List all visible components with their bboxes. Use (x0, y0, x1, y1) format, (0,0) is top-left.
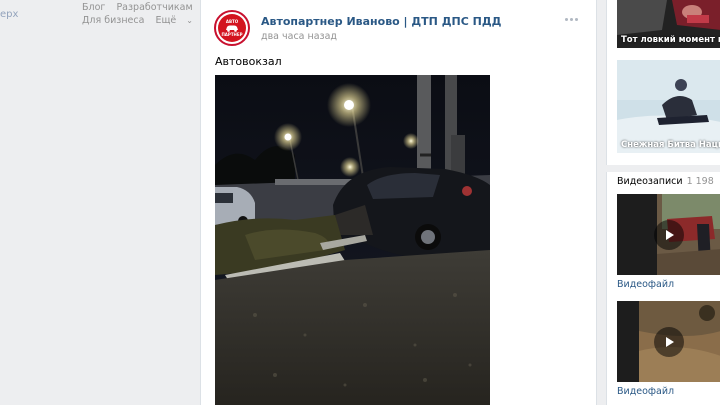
thumb-2-caption: Снежная Битва Наци (621, 140, 720, 150)
video-label-2[interactable]: Видеофайл (617, 386, 674, 397)
accident-photo-image (215, 75, 490, 405)
recommended-card: Тот ловкий момент ко Снежная Битва Наци (606, 0, 720, 165)
footer-link-blog[interactable]: Блог (82, 2, 105, 13)
recommended-video-1[interactable]: Тот ловкий момент ко (617, 0, 720, 48)
left-sidebar: ерх Блог Разработчикам Для бизнеса Ещё ⌄ (0, 0, 200, 405)
avatar-logo-text-bottom: ПАРТНЕР (221, 32, 243, 37)
wall-post: АВТО ПАРТНЕР Автопартнер Иваново | ДТП Д… (200, 0, 597, 405)
post-time[interactable]: два часа назад (261, 31, 337, 42)
play-icon (654, 219, 684, 250)
recommended-video-2[interactable]: Снежная Битва Наци (617, 60, 720, 153)
videos-count: 1 198 (686, 176, 714, 187)
chevron-down-icon: ⌄ (186, 16, 193, 25)
play-triangle (666, 229, 674, 240)
videos-title: Видеозаписи (617, 176, 683, 187)
author-avatar[interactable]: АВТО ПАРТНЕР (214, 10, 250, 46)
video-label-1[interactable]: Видеофайл (617, 279, 674, 290)
avatar-logo: АВТО ПАРТНЕР (218, 14, 246, 42)
more-dots-icon[interactable] (565, 14, 579, 24)
post-author-link[interactable]: Автопартнер Иваново | ДТП ДПС ПДД (261, 15, 501, 28)
footer-link-business[interactable]: Для бизнеса (82, 15, 144, 26)
videos-header[interactable]: Видеозаписи 1 198 (617, 176, 714, 187)
footer-link-more[interactable]: Ещё ⌄ (155, 15, 201, 26)
car-icon (226, 25, 238, 32)
play-triangle (666, 336, 674, 347)
scroll-up-link[interactable]: ерх (0, 9, 18, 20)
play-icon (654, 326, 684, 357)
post-photo[interactable] (215, 75, 490, 405)
footer-link-developers[interactable]: Разработчикам (116, 2, 192, 13)
footer-links: Блог Разработчикам Для бизнеса Ещё ⌄ (82, 1, 209, 27)
video-thumb-1[interactable] (617, 194, 720, 275)
right-sidebar: Тот ловкий момент ко Снежная Битва Наци … (606, 0, 720, 405)
post-text: Автовокзал (215, 55, 282, 68)
footer-more-label: Ещё (155, 15, 177, 26)
thumb-1-caption: Тот ловкий момент ко (621, 35, 720, 45)
video-thumb-2[interactable] (617, 301, 720, 382)
videos-block: Видеозаписи 1 198 Видеофайл Видеофайл (606, 172, 720, 405)
